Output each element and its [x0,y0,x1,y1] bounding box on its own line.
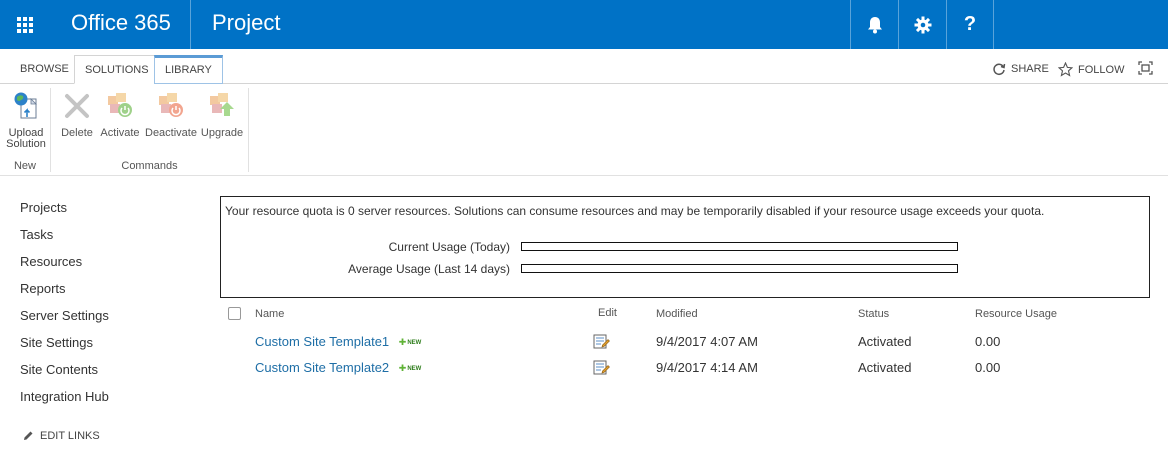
average-usage-label: Average Usage (Last 14 days) [348,262,510,276]
new-badge-label: NEW [407,339,422,346]
notifications-button[interactable] [850,0,898,49]
nav-item-integration-hub[interactable]: Integration Hub [20,389,109,416]
current-usage-row: Current Usage (Today) [221,240,1151,254]
ribbon-group-commands: Delete Activate Deactivate Upgrade Comma… [51,84,248,176]
focus-content-icon [1138,61,1153,75]
tab-browse[interactable]: BROWSE [10,55,79,84]
nav-item-site-settings[interactable]: Site Settings [20,335,109,362]
edit-item-button[interactable] [593,360,611,379]
help-icon: ? [963,13,977,35]
solution-name-link[interactable]: Custom Site Template2 ✚ NEW [255,360,421,375]
star-icon [1058,62,1073,77]
help-button[interactable]: ? [946,0,994,49]
upgrade-icon [210,93,234,116]
nav-item-tasks[interactable]: Tasks [20,227,109,254]
select-all-checkbox[interactable] [228,307,241,320]
edit-item-button[interactable] [593,334,611,353]
deactivate-button[interactable]: Deactivate [145,90,197,139]
solution-name[interactable]: Custom Site Template1 [255,334,389,349]
column-header-edit: Edit [598,307,617,319]
resource-usage-value: 0.00 [975,360,1001,375]
resource-usage-value: 0.00 [975,334,1001,349]
share-button[interactable]: SHARE [992,62,1049,76]
status-text: Activated [858,360,912,375]
app-name[interactable]: Project [212,10,280,36]
activate-icon [108,93,132,117]
column-header-resource-usage[interactable]: Resource Usage [975,308,1057,320]
upgrade-button[interactable]: Upgrade [200,90,244,139]
new-badge: ✚ NEW [399,363,422,374]
resource-quota-panel: Your resource quota is 0 server resource… [220,196,1150,298]
suite-bar: Office 365 Project ? [0,0,1168,49]
quota-message: Your resource quota is 0 server resource… [225,204,1045,218]
deactivate-label: Deactivate [145,127,197,139]
share-label: SHARE [1011,63,1049,75]
focus-content-button[interactable] [1138,61,1153,75]
delete-button[interactable]: Delete [59,90,95,139]
activate-button[interactable]: Activate [100,90,140,139]
ribbon-group-new: Upload Solution New [0,84,50,176]
upgrade-label: Upgrade [200,127,244,139]
suite-divider [190,0,191,49]
new-plus-icon: ✚ [398,337,407,348]
follow-label: FOLLOW [1078,63,1125,76]
tab-solutions[interactable]: SOLUTIONS [74,55,160,84]
edit-document-icon [593,334,610,349]
table-row: Custom Site Template2 ✚ NEW 9/4/2017 4:14… [228,360,1128,382]
table-row: Custom Site Template1 ✚ NEW 9/4/2017 4:07… [228,334,1128,356]
ribbon: Upload Solution New Delete Activate Deac… [0,84,1168,176]
solution-name-link[interactable]: Custom Site Template1 ✚ NEW [255,334,421,349]
ribbon-group-label-commands: Commands [121,160,178,172]
average-usage-row: Average Usage (Last 14 days) [221,262,1151,276]
column-header-modified[interactable]: Modified [656,308,698,320]
ribbon-group-label-new: New [13,160,36,172]
brand-name[interactable]: Office 365 [71,10,171,36]
delete-label: Delete [61,127,93,139]
nav-item-reports[interactable]: Reports [20,281,109,308]
edit-document-icon [593,360,610,375]
delete-icon [65,94,89,118]
current-usage-bar [521,242,958,251]
pencil-icon [24,431,33,440]
current-usage-label: Current Usage (Today) [388,240,510,254]
tab-library[interactable]: LIBRARY [154,55,223,84]
upload-solution-icon [14,92,37,119]
edit-links-button[interactable]: EDIT LINKS [22,430,100,442]
app-launcher-icon[interactable] [0,0,49,49]
nav-item-server-settings[interactable]: Server Settings [20,308,109,335]
average-usage-bar [521,264,958,273]
follow-button[interactable]: FOLLOW [1058,62,1124,77]
ribbon-tab-row: BROWSE SOLUTIONS LIBRARY SHARE FOLLOW [0,49,1168,84]
left-navigation: Projects Tasks Resources Reports Server … [20,200,109,416]
share-icon [993,63,1006,76]
nav-item-site-contents[interactable]: Site Contents [20,362,109,389]
settings-button[interactable] [898,0,946,49]
column-header-status[interactable]: Status [858,308,889,320]
activate-label: Activate [100,127,140,139]
upload-solution-button[interactable]: Upload Solution [4,90,48,150]
solution-name[interactable]: Custom Site Template2 [255,360,389,375]
modified-date: 9/4/2017 4:14 AM [656,360,758,375]
ribbon-separator [248,88,249,172]
status-text: Activated [858,334,912,349]
edit-links-label: EDIT LINKS [40,430,100,442]
new-badge-label: NEW [407,365,422,372]
upload-solution-label-2: Solution [6,138,46,150]
nav-item-resources[interactable]: Resources [20,254,109,281]
new-badge: ✚ NEW [399,337,422,348]
new-plus-icon: ✚ [398,363,407,374]
deactivate-icon [159,93,183,117]
gear-icon [914,16,931,33]
nav-item-projects[interactable]: Projects [20,200,109,227]
bell-icon [867,16,882,33]
modified-date: 9/4/2017 4:07 AM [656,334,758,349]
column-header-name[interactable]: Name [255,308,284,320]
